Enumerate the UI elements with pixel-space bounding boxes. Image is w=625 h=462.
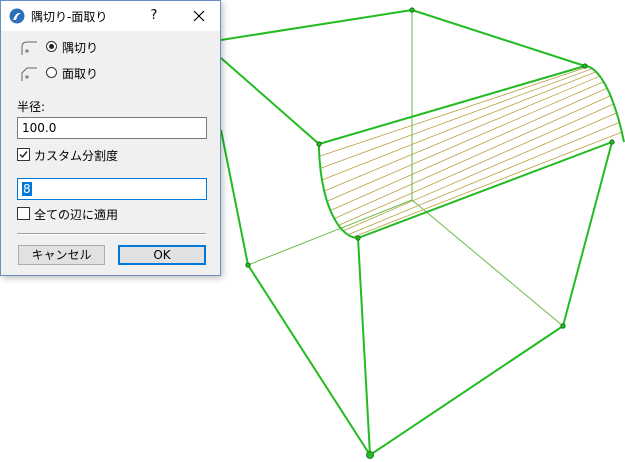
fillet-chamfer-dialog: 隅切り-面取り ? 隅切り 面取り 半径: カスタム分割度 8 全ての辺に適 — [0, 0, 221, 276]
dialog-title: 隅切り-面取り — [31, 10, 108, 24]
custom-segments-label: カスタム分割度 — [34, 149, 119, 163]
fillet-corner-icon — [21, 41, 37, 55]
visible-edges — [220, 9, 625, 456]
ok-button[interactable]: OK — [118, 245, 206, 265]
fillet-segment-line — [342, 112, 617, 232]
edge-right-vertical — [562, 141, 613, 327]
fillet-segment-line — [347, 121, 620, 236]
edge-left-vertical — [220, 129, 249, 266]
edge-top-back — [220, 9, 413, 41]
radius-label: 半径: — [17, 100, 46, 114]
custom-segments-checkbox[interactable] — [17, 148, 30, 161]
fillet-segment-line — [334, 95, 611, 219]
vertex — [609, 139, 615, 145]
fillet-surface-lines — [319, 66, 622, 238]
hidden-edges — [247, 10, 564, 327]
apply-all-edges-label: 全ての辺に適用 — [34, 208, 119, 222]
help-button[interactable]: ? — [143, 4, 165, 28]
fillet-radio[interactable] — [46, 41, 57, 52]
vertex — [409, 7, 415, 13]
fillet-label: 隅切り — [62, 41, 99, 55]
apply-all-edges-checkbox[interactable] — [17, 207, 30, 220]
segments-value: 8 — [22, 182, 32, 196]
fillet-segment-line — [324, 75, 600, 192]
vertex — [245, 262, 251, 268]
chamfer-corner-icon — [21, 67, 37, 81]
edge-bottom-right — [369, 325, 564, 456]
edge-fillet-arc-back — [584, 65, 625, 143]
edge-top-left — [220, 57, 320, 145]
title-bar[interactable]: 隅切り-面取り ? — [1, 1, 220, 31]
vertex — [355, 235, 361, 241]
vertex — [560, 323, 566, 329]
edge-fillet-bottom — [357, 141, 613, 239]
fillet-segment-line — [326, 81, 604, 202]
separator — [17, 233, 206, 235]
chamfer-radio[interactable] — [46, 67, 57, 78]
chamfer-label: 面取り — [62, 67, 99, 81]
hidden-edge — [411, 199, 564, 327]
edge-bottom-left — [247, 264, 371, 456]
fillet-segment-line — [320, 68, 593, 169]
cancel-button[interactable]: キャンセル — [18, 245, 105, 265]
vertex — [582, 63, 588, 69]
fillet-segment-line — [352, 131, 622, 238]
vertices — [245, 7, 615, 459]
close-icon[interactable] — [187, 4, 211, 28]
segments-input[interactable]: 8 — [17, 178, 207, 200]
radius-input[interactable] — [17, 117, 207, 139]
archicad-app-icon — [9, 8, 25, 24]
fillet-segment-line — [338, 103, 614, 226]
edge-fillet-top — [318, 65, 586, 145]
edge-front-vertical — [357, 237, 371, 456]
selected-vertex — [366, 451, 374, 459]
vertex — [316, 141, 322, 147]
edge-top-right — [411, 9, 586, 67]
